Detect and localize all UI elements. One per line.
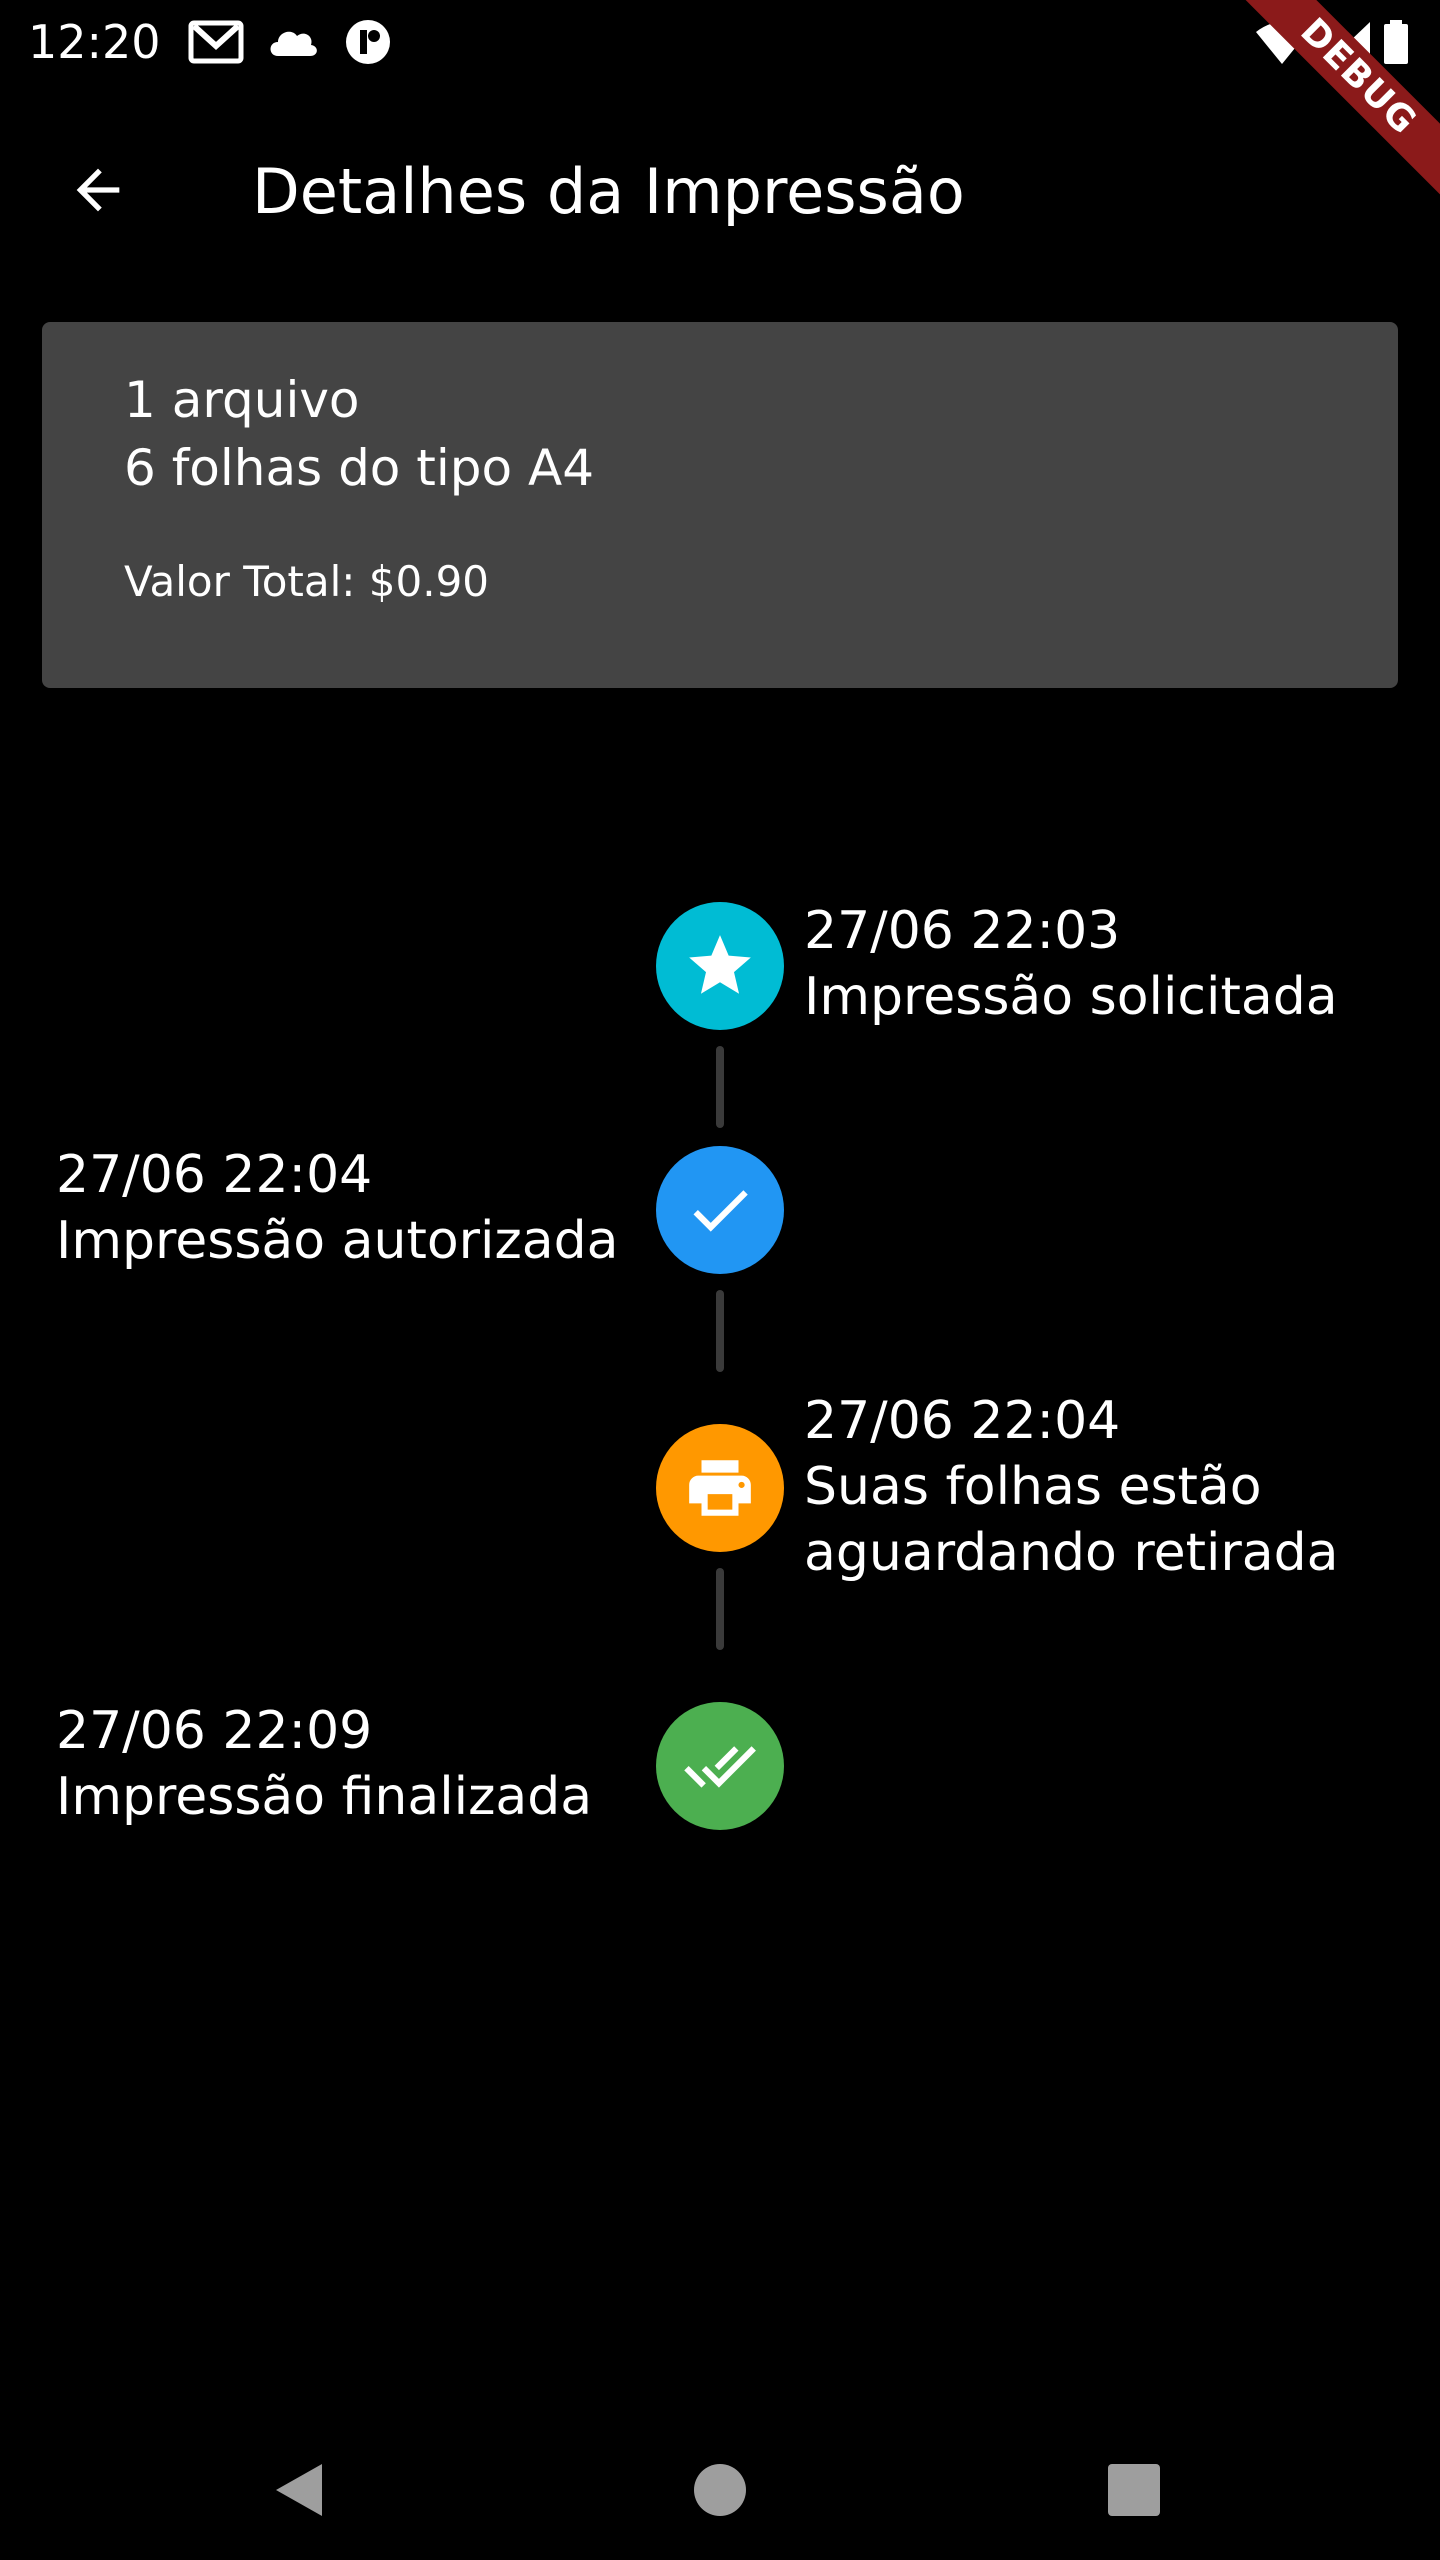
printer-icon [689, 1460, 751, 1516]
wifi-icon [1254, 18, 1310, 66]
timeline-event-requested: 27/06 22:03 Impressão solicitada [804, 898, 1338, 1030]
status-bar: 12:20 DEBUG [0, 0, 1440, 201]
timeline-event-finished: 27/06 22:09 Impressão finalizada [56, 1698, 592, 1830]
status-time: 12:20 [28, 15, 161, 69]
check-icon [693, 1190, 748, 1232]
page-title: Detalhes da Impressão [252, 155, 965, 228]
timeline-label: Impressão autorizada [56, 1211, 619, 1271]
signal-icon [1322, 18, 1378, 66]
timeline-node-finished [656, 1702, 784, 1830]
timeline-node-awaiting-pickup [656, 1424, 784, 1552]
nav-back-icon [276, 2464, 322, 2516]
timeline-timestamp: 27/06 22:03 [804, 901, 1121, 961]
timeline-label-line2: aguardando retirada [804, 1523, 1339, 1583]
timeline-event-authorized: 27/06 22:04 Impressão autorizada [56, 1142, 619, 1274]
arrow-back-icon [76, 168, 120, 212]
star-icon [689, 935, 751, 994]
timeline-timestamp: 27/06 22:04 [56, 1145, 373, 1205]
nav-recents-button[interactable] [1094, 2450, 1174, 2530]
battery-icon [1376, 18, 1416, 66]
nav-back-button[interactable] [260, 2450, 340, 2530]
nav-recents-icon [1108, 2464, 1160, 2516]
timeline-label: Suas folhas estão [804, 1457, 1262, 1517]
timeline-connector [716, 1046, 724, 1128]
timeline: 27/06 22:03 Impressão solicitada 27/06 2… [0, 880, 1440, 1880]
timeline-node-authorized [656, 1146, 784, 1274]
summary-files: 1 arquivo [124, 371, 360, 429]
timeline-timestamp: 27/06 22:09 [56, 1701, 373, 1761]
system-nav-bar [0, 2420, 1440, 2560]
done-all-icon [684, 1746, 756, 1788]
back-button[interactable] [52, 144, 144, 236]
nav-home-icon [694, 2464, 746, 2516]
gmail-icon [188, 18, 244, 66]
timeline-node-requested [656, 902, 784, 1030]
timeline-connector [716, 1568, 724, 1650]
app-notification-icon [340, 18, 396, 66]
summary-total: Valor Total: $0.90 [124, 557, 490, 606]
timeline-connector [716, 1290, 724, 1372]
summary-sheets: 6 folhas do tipo A4 [124, 439, 595, 497]
cloud-icon [264, 18, 320, 66]
summary-card: 1 arquivo 6 folhas do tipo A4 Valor Tota… [42, 322, 1398, 688]
timeline-timestamp: 27/06 22:04 [804, 1391, 1121, 1451]
timeline-event-awaiting-pickup: 27/06 22:04 Suas folhas estão aguardando… [804, 1388, 1339, 1586]
nav-home-button[interactable] [680, 2450, 760, 2530]
timeline-label: Impressão solicitada [804, 967, 1338, 1027]
timeline-label: Impressão finalizada [56, 1767, 593, 1827]
app-bar: Detalhes da Impressão [0, 84, 1440, 280]
